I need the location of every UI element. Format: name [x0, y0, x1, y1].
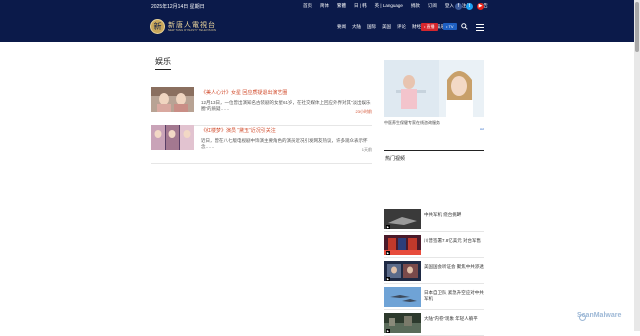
article-item[interactable]: 《美人心计》女星 回应质疑退出演艺圈 12月13日，一位曾出演知名古装剧的女星6…	[151, 87, 372, 126]
video-title[interactable]: 川普签署7.8亿美元 对台军售	[424, 238, 481, 244]
top-link-donate[interactable]: 捐款	[411, 3, 420, 9]
play-icon[interactable]: ▶	[386, 277, 390, 281]
nav-item-us[interactable]: 美国	[382, 24, 391, 30]
top-link-traditional[interactable]: 繁體	[337, 3, 346, 9]
section-underline	[155, 69, 171, 70]
top-link-language[interactable]: 英 | Language	[375, 3, 403, 9]
top-link-simplified[interactable]: 简体	[320, 3, 329, 9]
advertisement-caption[interactable]: 中医养生保健专家在线咨询服务	[384, 120, 440, 126]
video-item[interactable]: 日本自卫队 紧急升空应对中共军机	[384, 287, 484, 310]
nav-item-opinion[interactable]: 评论	[397, 24, 406, 30]
facebook-icon[interactable]: f	[455, 3, 462, 10]
sidebar-section-title: 热门视频	[385, 156, 406, 162]
advertisement-image[interactable]	[384, 60, 484, 117]
play-icon[interactable]: ▶	[386, 329, 390, 333]
top-link-subscribe[interactable]: 订阅	[428, 3, 437, 9]
nav-item-world[interactable]: 国际	[367, 24, 376, 30]
live-button[interactable]: • 直播	[421, 23, 438, 31]
site-logo[interactable]: 新 新唐人電視台 NEW TANG DYNASTY TELEVISION	[150, 19, 216, 34]
video-item[interactable]: ▶ 大陆“内卷”现象 年轻人躺平	[384, 313, 484, 336]
social-links: f t ▶	[455, 3, 484, 10]
play-icon[interactable]: ▶	[386, 225, 390, 229]
article-item[interactable]: 《红楼梦》演员 “黛玉”近况引关注 近日，曾在八七版电视剧中饰演主要角色的演员近…	[151, 125, 372, 164]
top-link-jp-kr[interactable]: 日 | 韩	[354, 3, 367, 9]
twitter-icon[interactable]: t	[466, 3, 473, 10]
section-title: 娱乐	[155, 57, 171, 66]
video-thumbnail[interactable]	[384, 287, 421, 307]
play-icon[interactable]: ▶	[386, 251, 390, 255]
top-link-home[interactable]: 首页	[303, 3, 312, 9]
nav-item-news[interactable]: 要闻	[337, 24, 346, 30]
video-item[interactable]: ▶ 中共军机 绕台挑衅	[384, 209, 484, 232]
top-link-login[interactable]: 登入	[445, 3, 454, 9]
search-icon[interactable]	[461, 23, 468, 30]
video-title[interactable]: 中共军机 绕台挑衅	[424, 212, 461, 218]
nav-item-china[interactable]: 大陆	[352, 24, 361, 30]
nav-item-finance[interactable]: 财经	[412, 24, 421, 30]
watermark: ScanMalware	[577, 312, 622, 319]
hamburger-menu-icon[interactable]	[476, 24, 484, 33]
logo-title: 新唐人電視台	[168, 20, 216, 29]
article-time: 1天前	[361, 147, 372, 152]
article-title[interactable]: 《红楼梦》演员 “黛玉”近况引关注	[201, 127, 276, 134]
youtube-icon[interactable]: ▶	[477, 3, 484, 10]
article-summary: 12月13日，一位曾出演知名古装剧的女星61岁，在社交媒体上回应外界对其“淡出娱…	[201, 100, 371, 111]
scrollbar[interactable]	[634, 0, 640, 331]
article-title[interactable]: 《美人心计》女星 回应质疑退出演艺圈	[201, 89, 287, 96]
scrollbar-thumb[interactable]	[635, 2, 639, 52]
video-title[interactable]: 大陆“内卷”现象 年轻人躺平	[424, 316, 478, 322]
article-time: 23小时前	[355, 109, 372, 114]
video-item[interactable]: ▶ 美国国会听证会 聚焦中共渗透	[384, 261, 484, 284]
logo-subtitle: NEW TANG DYNASTY TELEVISION	[168, 28, 217, 32]
ad-choices-icon[interactable]: Ad	[480, 127, 484, 131]
current-date: 2025年12月14日 星期日	[151, 4, 205, 10]
article-thumbnail[interactable]	[151, 125, 194, 150]
video-title[interactable]: 日本自卫队 紧急升空应对中共军机	[424, 290, 484, 302]
video-item[interactable]: ▶ 川普签署7.8亿美元 对台军售	[384, 235, 484, 258]
tv-button[interactable]: • TV	[443, 23, 457, 30]
article-thumbnail[interactable]	[151, 87, 194, 112]
video-title[interactable]: 美国国会听证会 聚焦中共渗透	[424, 264, 484, 270]
logo-seal-icon: 新	[150, 19, 165, 34]
sidebar-divider	[384, 150, 484, 151]
article-summary: 近日，曾在八七版电视剧中饰演主要角色的演员近况引发网友热议，许多观众表示怀念……	[201, 138, 368, 149]
